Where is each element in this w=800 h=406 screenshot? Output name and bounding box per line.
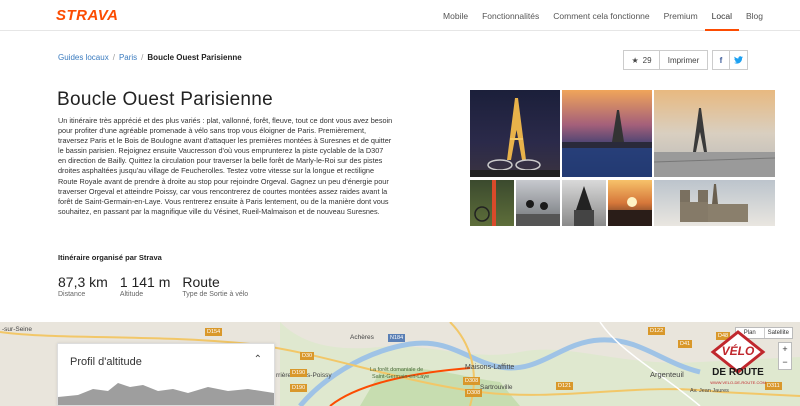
breadcrumb-guides-locaux[interactable]: Guides locaux — [58, 53, 109, 62]
photo-cyclists-group[interactable] — [516, 180, 560, 226]
chevron-up-icon[interactable]: ⌃ — [254, 354, 262, 365]
map-label: Maisons-Laffitte — [465, 364, 515, 371]
zoom-out-icon[interactable]: − — [779, 356, 791, 369]
nav-comment-cela-fonctionne[interactable]: Comment cela fonctionne — [546, 0, 656, 31]
route-actions: ★ 29 Imprimer f — [623, 50, 748, 70]
map-label: Argenteuil — [650, 370, 684, 379]
facebook-share-button[interactable]: f — [712, 50, 730, 70]
road-tag: D122 — [648, 327, 666, 335]
stat-distance: 87,3 km Distance — [58, 274, 108, 298]
watermark-top-text: VÉLO — [721, 344, 755, 358]
stat-distance-label: Distance — [58, 291, 86, 298]
photo-notre-dame[interactable] — [654, 180, 775, 226]
breadcrumb-separator: / — [112, 53, 115, 62]
eiffel-tower-silhouette — [654, 108, 775, 177]
route-description: Un itinéraire très apprécié et des plus … — [58, 116, 393, 216]
bridge-silhouette — [562, 110, 652, 177]
photo-eiffel-night[interactable] — [470, 90, 560, 177]
photo-trocadero[interactable] — [654, 90, 775, 177]
stat-type: Route Type de Sortie à vélo — [182, 274, 248, 298]
breadcrumb-current: Boucle Ouest Parisienne — [147, 53, 242, 62]
velo-de-route-watermark: VÉLO DE ROUTE WWW.VELO-DE-ROUTE.COM — [703, 330, 773, 388]
star-count: 29 — [642, 55, 652, 65]
map-label: Saint-Germain-en-Laye — [372, 374, 430, 380]
road-tag: N184 — [388, 334, 406, 342]
road-tag: D308 — [465, 389, 483, 397]
photo-statue[interactable] — [562, 180, 606, 226]
route-title: Boucle Ouest Parisienne — [57, 89, 274, 110]
road-tag: D30 — [300, 352, 315, 360]
stat-distance-value: 87,3 km — [58, 274, 108, 290]
site-header: STRAVA Mobile Fonctionnalités Comment ce… — [0, 0, 800, 31]
stat-altitude-label: Altitude — [119, 291, 144, 298]
breadcrumb-separator: / — [141, 53, 144, 62]
elevation-profile-panel[interactable]: Profil d'altitude ⌃ — [57, 343, 275, 406]
elevation-profile-title: Profil d'altitude — [70, 356, 142, 368]
photo-seine-sunset[interactable] — [562, 90, 652, 177]
map-label: Sartrouville — [480, 384, 513, 391]
photo-gallery — [470, 90, 775, 226]
map-label: La forêt domaniale de — [370, 367, 424, 373]
watermark-bottom-text: DE ROUTE — [712, 367, 764, 378]
print-button[interactable]: Imprimer — [660, 50, 708, 70]
star-button[interactable]: ★ 29 — [623, 50, 660, 70]
twitter-icon — [734, 56, 743, 64]
facebook-icon: f — [719, 55, 723, 65]
bike-photo — [474, 180, 496, 226]
zoom-in-icon[interactable]: + — [779, 343, 791, 356]
breadcrumb: Guides locaux / Paris / Boucle Ouest Parisie… — [58, 53, 242, 62]
nav-premium[interactable]: Premium — [657, 0, 705, 31]
eiffel-tower-silhouette — [470, 98, 560, 177]
road-tag: D154 — [205, 328, 223, 336]
elevation-profile-chart — [58, 383, 274, 405]
route-organizer: Itinéraire organisé par Strava — [58, 253, 162, 262]
route-stats: 87,3 km Distance 1 141 m Altitude Route … — [58, 274, 260, 298]
stat-altitude: 1 141 m Altitude — [120, 274, 171, 298]
road-tag: D121 — [556, 382, 574, 390]
map-label: Achères — [350, 334, 374, 341]
breadcrumb-paris[interactable]: Paris — [119, 53, 137, 62]
road-tag: D190 — [290, 369, 308, 377]
strava-logo[interactable]: STRAVA — [56, 7, 118, 24]
watermark-url-text: WWW.VELO-DE-ROUTE.COM — [710, 380, 766, 385]
stat-altitude-value: 1 141 m — [119, 274, 171, 290]
road-tag: D41 — [678, 340, 693, 348]
map-label: Av. Jean Jaures — [690, 388, 729, 394]
zoom-control[interactable]: + − — [778, 342, 792, 370]
sunset-photo — [608, 197, 652, 226]
nav-local[interactable]: Local — [704, 0, 739, 31]
cyclists-photo — [516, 200, 560, 226]
road-tag: D190 — [290, 384, 308, 392]
nav-blog[interactable]: Blog — [739, 0, 770, 31]
photo-sunset-river[interactable] — [608, 180, 652, 226]
stat-type-label: Type de Sortie à vélo — [182, 291, 249, 298]
map-label: -sur-Seine — [2, 326, 32, 333]
photo-forest-bike[interactable] — [470, 180, 514, 226]
statue-photo — [574, 186, 594, 226]
nav-fonctionnalites[interactable]: Fonctionnalités — [475, 0, 546, 31]
cathedral-photo — [680, 184, 748, 222]
road-tag: D308 — [463, 377, 481, 385]
star-icon: ★ — [631, 55, 639, 65]
stat-type-value: Route — [182, 274, 220, 290]
nav-mobile[interactable]: Mobile — [436, 0, 475, 31]
twitter-share-button[interactable] — [730, 50, 748, 70]
main-nav: Mobile Fonctionnalités Comment cela fonc… — [436, 0, 770, 31]
